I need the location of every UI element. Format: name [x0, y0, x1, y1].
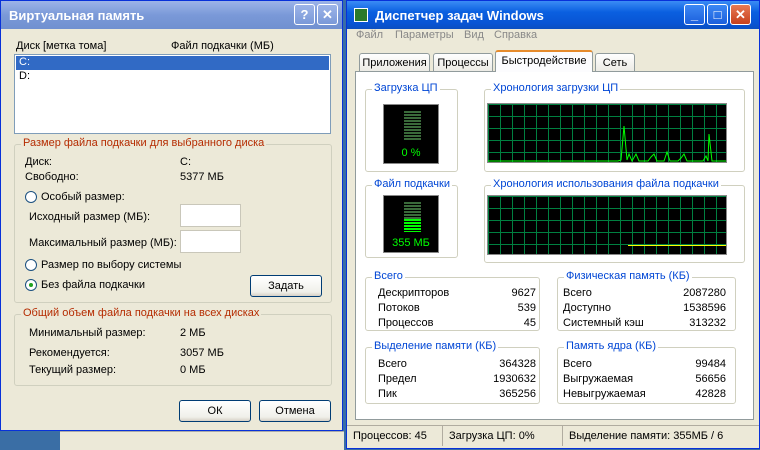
status-processes: Процессов: 45	[349, 426, 443, 446]
physical-available-value: 1538596	[683, 302, 726, 314]
drive-column-header: Диск [метка тома]	[16, 40, 107, 52]
background-window-strip	[60, 431, 344, 450]
initial-size-label: Исходный размер (МБ):	[29, 211, 151, 223]
tab-applications[interactable]: Приложения	[359, 53, 430, 71]
tm-title: Диспетчер задач Windows	[375, 8, 544, 23]
commit-peak-label: Пик	[378, 388, 397, 400]
system-managed-radio[interactable]	[25, 259, 37, 271]
tm-app-icon	[354, 8, 368, 22]
drive-list-item[interactable]: D:	[16, 70, 329, 84]
tab-networking[interactable]: Сеть	[595, 53, 635, 71]
pagefile-history-line	[628, 245, 726, 246]
kernel-nonpaged-value: 42828	[695, 388, 726, 400]
pagefile-usage-value: 355 МБ	[392, 237, 430, 249]
totals-processes-value: 45	[523, 317, 536, 329]
menu-file[interactable]: Файл	[356, 29, 383, 41]
maximize-icon[interactable]: □	[707, 4, 728, 25]
physical-total-label: Всего	[563, 287, 592, 299]
close-icon[interactable]: ✕	[317, 4, 338, 25]
status-commit: Выделение памяти: 355МБ / 6	[569, 430, 724, 442]
no-pagefile-radio[interactable]	[25, 279, 37, 291]
virtual-memory-dialog: Виртуальная память ? ✕ Диск [метка тома]…	[0, 0, 343, 431]
cpu-meter-bars	[404, 111, 421, 141]
menu-help[interactable]: Справка	[494, 29, 537, 41]
custom-size-label: Особый размер:	[41, 191, 125, 203]
physical-cache-value: 313232	[689, 317, 726, 329]
totals-title: Всего	[372, 270, 405, 282]
kernel-total-label: Всего	[563, 358, 592, 370]
totals-handles-label: Дескрипторов	[378, 287, 450, 299]
max-size-label: Максимальный размер (МБ):	[29, 237, 177, 249]
commit-peak-value: 365256	[499, 388, 536, 400]
tm-titlebar[interactable]: Диспетчер задач Windows _ □ ✕	[347, 1, 759, 29]
cpu-history-graph	[487, 103, 727, 163]
commit-limit-value: 1930632	[493, 373, 536, 385]
totals-threads-value: 539	[517, 302, 536, 314]
physical-total-value: 2087280	[683, 287, 726, 299]
task-manager-window: Диспетчер задач Windows _ □ ✕ Файл Парам…	[346, 0, 760, 449]
menu-options[interactable]: Параметры	[395, 29, 454, 41]
kernel-memory-title: Память ядра (КБ)	[564, 340, 658, 352]
help-icon[interactable]: ?	[294, 4, 315, 25]
pagefile-meter-fill	[404, 219, 421, 232]
pagefile-usage-meter: 355 МБ	[383, 195, 439, 253]
pagefile-history-title: Хронология использования файла подкачки	[491, 178, 721, 190]
kernel-paged-value: 56656	[695, 373, 726, 385]
performance-panel: Загрузка ЦП 0 % Хронология загрузки ЦП Ф…	[355, 71, 754, 420]
min-size-value: 2 МБ	[180, 327, 206, 339]
system-managed-label: Размер по выбору системы	[41, 259, 182, 271]
tab-processes[interactable]: Процессы	[433, 53, 493, 71]
max-size-input[interactable]	[180, 230, 241, 253]
recommended-value: 3057 МБ	[180, 347, 224, 359]
min-size-label: Минимальный размер:	[29, 327, 146, 339]
status-cpu: Загрузка ЦП: 0%	[445, 426, 563, 446]
pagefile-column-header: Файл подкачки (МБ)	[171, 40, 274, 52]
current-size-label: Текущий размер:	[29, 364, 117, 376]
drive-list[interactable]: C: D:	[14, 54, 331, 134]
cpu-history-line	[488, 125, 726, 162]
tab-performance[interactable]: Быстродействие	[495, 50, 593, 72]
selected-drive-group-title: Размер файла подкачки для выбранного дис…	[21, 137, 267, 149]
kernel-nonpaged-label: Невыгружаемая	[563, 388, 646, 400]
current-size-value: 0 МБ	[180, 364, 206, 376]
commit-limit-label: Предел	[378, 373, 417, 385]
free-label: Свободно:	[25, 171, 79, 183]
totals-threads-label: Потоков	[378, 302, 420, 314]
recommended-label: Рекомендуется:	[29, 347, 110, 359]
initial-size-input[interactable]	[180, 204, 241, 227]
cancel-button[interactable]: Отмена	[259, 400, 331, 422]
commit-total-value: 364328	[499, 358, 536, 370]
commit-charge-title: Выделение памяти (КБ)	[372, 340, 499, 352]
ok-button[interactable]: ОК	[179, 400, 251, 422]
vm-titlebar[interactable]: Виртуальная память ? ✕	[1, 1, 342, 29]
pagefile-history-graph	[487, 195, 727, 255]
minimize-icon[interactable]: _	[684, 4, 705, 25]
commit-total-label: Всего	[378, 358, 407, 370]
cpu-usage-meter: 0 %	[383, 104, 439, 164]
vm-title: Виртуальная память	[9, 8, 145, 23]
physical-memory-title: Физическая память (КБ)	[564, 270, 692, 282]
drive-list-item[interactable]: C:	[16, 56, 329, 70]
cpu-history-title: Хронология загрузки ЦП	[491, 82, 621, 94]
cpu-usage-value: 0 %	[401, 147, 421, 159]
menu-view[interactable]: Вид	[464, 29, 484, 41]
custom-size-radio[interactable]	[25, 191, 37, 203]
set-button[interactable]: Задать	[250, 275, 322, 297]
pagefile-usage-title: Файл подкачки	[372, 178, 452, 190]
physical-available-label: Доступно	[563, 302, 612, 314]
total-pagefile-group-title: Общий объем файла подкачки на всех диска…	[21, 307, 262, 319]
drive-value: C:	[180, 156, 191, 168]
cpu-usage-title: Загрузка ЦП	[372, 82, 440, 94]
totals-processes-label: Процессов	[378, 317, 434, 329]
free-value: 5377 МБ	[180, 171, 224, 183]
drive-label: Диск:	[25, 156, 52, 168]
kernel-paged-label: Выгружаемая	[563, 373, 634, 385]
kernel-total-value: 99484	[695, 358, 726, 370]
close-icon[interactable]: ✕	[730, 4, 751, 25]
physical-cache-label: Системный кэш	[563, 317, 644, 329]
totals-handles-value: 9627	[511, 287, 536, 299]
no-pagefile-label: Без файла подкачки	[41, 279, 145, 291]
